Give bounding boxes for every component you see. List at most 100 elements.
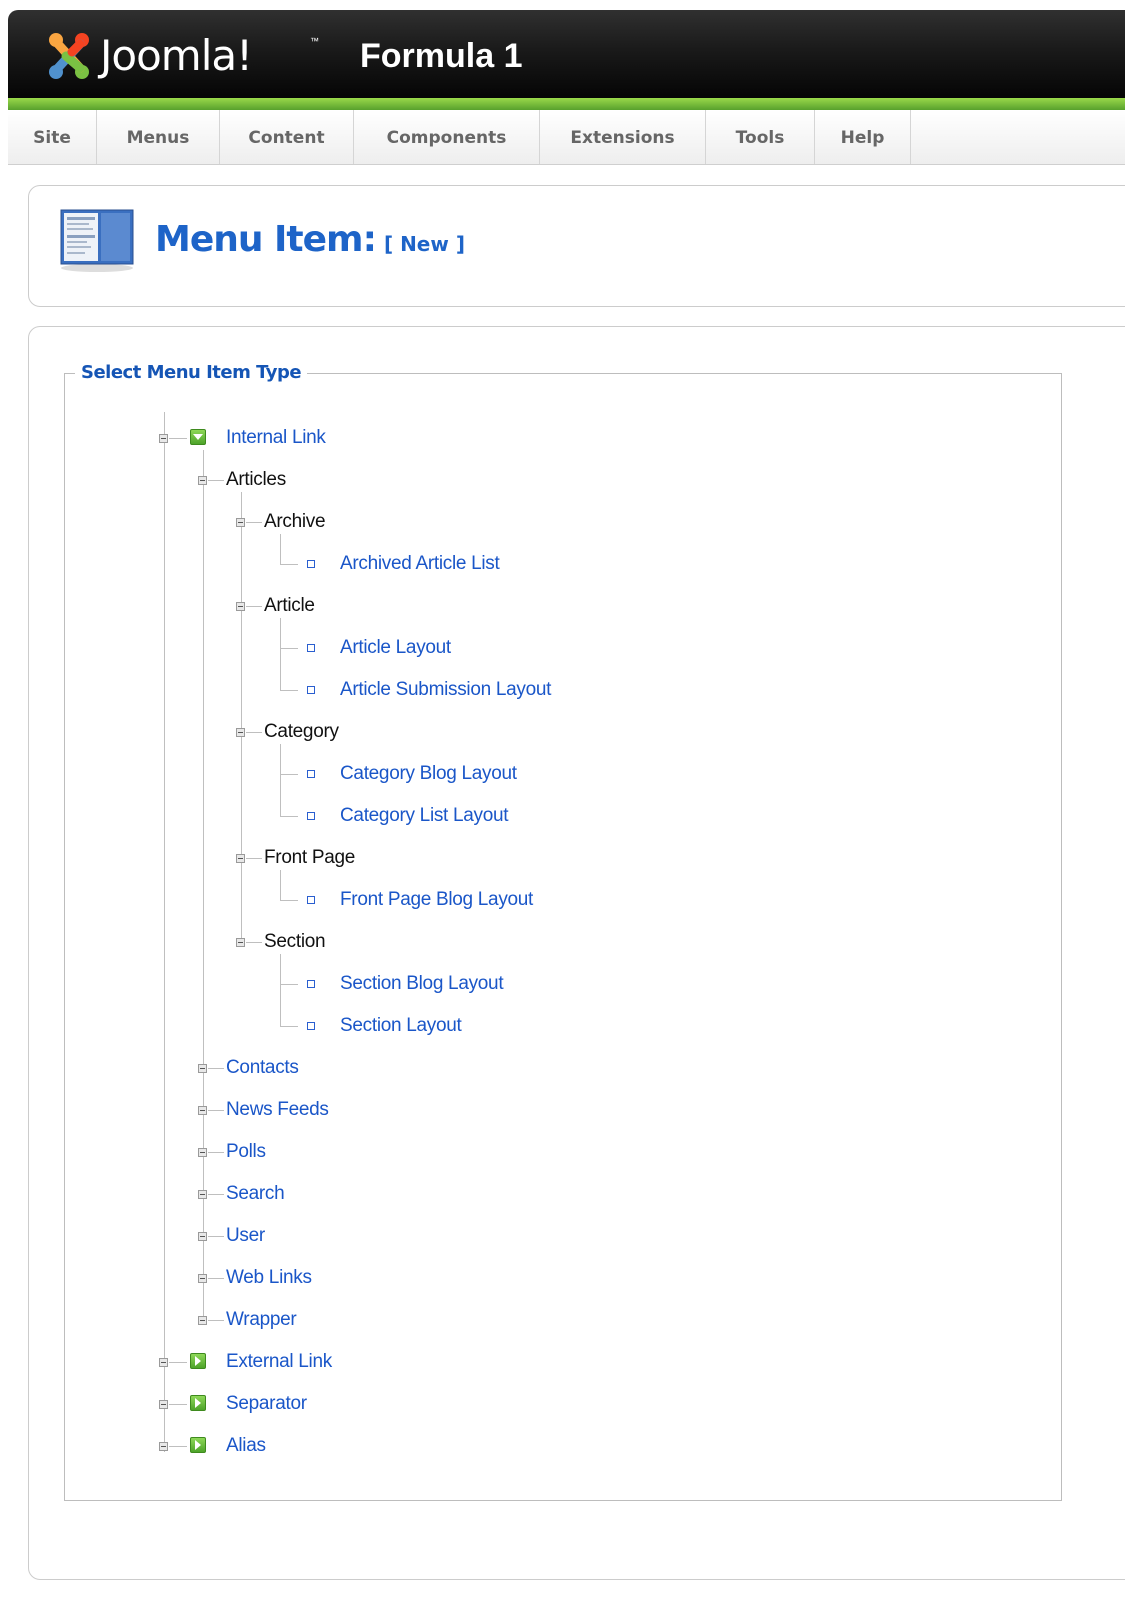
tree-node-external-link[interactable]: External Link	[226, 1351, 332, 1373]
leaf-bullet-icon	[307, 980, 315, 988]
tree-branch	[280, 774, 298, 775]
leaf-bullet-icon	[307, 770, 315, 778]
tree-node-news-feeds[interactable]: News Feeds	[226, 1099, 329, 1121]
expand-down-icon	[190, 429, 206, 445]
leaf-bullet-icon	[307, 644, 315, 652]
tree-branch	[208, 480, 224, 481]
menu-components[interactable]: Components	[354, 110, 540, 164]
admin-menubar: Site Menus Content Components Extensions…	[8, 110, 1125, 165]
tree-branch	[246, 732, 262, 733]
tree-branch	[280, 648, 298, 649]
menu-item-page-icon	[60, 209, 134, 272]
expand-toggle-separator[interactable]	[159, 1400, 168, 1409]
tree-leaf-section-layout[interactable]: Section Layout	[340, 1015, 462, 1037]
collapse-toggle-article[interactable]	[236, 602, 245, 611]
menu-menus[interactable]: Menus	[97, 110, 220, 164]
expand-toggle-user[interactable]	[198, 1232, 207, 1241]
collapse-toggle-internal-link[interactable]	[159, 434, 168, 443]
collapse-toggle-category[interactable]	[236, 728, 245, 737]
tree-line-archive	[280, 534, 281, 564]
tree-line-root	[164, 412, 165, 1452]
page-title-text: Menu Item:	[155, 219, 377, 260]
menu-content[interactable]: Content	[220, 110, 354, 164]
tree-leaf-archived-article-list[interactable]: Archived Article List	[340, 553, 500, 575]
tree-node-separator[interactable]: Separator	[226, 1393, 307, 1415]
leaf-bullet-icon	[307, 686, 315, 694]
tree-branch	[169, 1404, 187, 1405]
tree-branch	[208, 1194, 224, 1195]
tree-leaf-category-list-layout[interactable]: Category List Layout	[340, 805, 509, 827]
leaf-bullet-icon	[307, 1022, 315, 1030]
tree-branch	[280, 816, 298, 817]
tree-node-wrapper[interactable]: Wrapper	[226, 1309, 297, 1331]
expand-right-icon	[190, 1437, 206, 1453]
fieldset-legend: Select Menu Item Type	[75, 360, 308, 386]
tree-leaf-article-layout[interactable]: Article Layout	[340, 637, 451, 659]
tree-line-section	[280, 954, 281, 1026]
tree-leaf-article-submission-layout[interactable]: Article Submission Layout	[340, 679, 551, 701]
main-panel: Select Menu Item Type	[28, 326, 1125, 1580]
tree-node-internal-link[interactable]: Internal Link	[226, 427, 326, 449]
menu-tools[interactable]: Tools	[706, 110, 815, 164]
tree-branch	[169, 1446, 187, 1447]
tree-node-section: Section	[264, 931, 326, 952]
collapse-toggle-articles[interactable]	[198, 476, 207, 485]
tree-branch	[280, 1026, 298, 1027]
expand-toggle-contacts[interactable]	[198, 1064, 207, 1073]
tree-line-category	[280, 744, 281, 816]
expand-toggle-news-feeds[interactable]	[198, 1106, 207, 1115]
expand-toggle-alias[interactable]	[159, 1442, 168, 1451]
joomla-logo-text: Joomla!	[100, 31, 253, 80]
tree-node-alias[interactable]: Alias	[226, 1435, 266, 1457]
tree-node-archive: Archive	[264, 511, 326, 532]
tree-leaf-section-blog-layout[interactable]: Section Blog Layout	[340, 973, 504, 995]
collapse-toggle-front-page[interactable]	[236, 854, 245, 863]
menu-extensions[interactable]: Extensions	[540, 110, 706, 164]
expand-toggle-search[interactable]	[198, 1190, 207, 1199]
expand-toggle-polls[interactable]	[198, 1148, 207, 1157]
logo-trademark: ™	[310, 36, 319, 46]
tree-node-article: Article	[264, 595, 315, 616]
expand-toggle-web-links[interactable]	[198, 1274, 207, 1283]
tree-leaf-category-blog-layout[interactable]: Category Blog Layout	[340, 763, 517, 785]
expand-toggle-external-link[interactable]	[159, 1358, 168, 1367]
tree-branch	[208, 1110, 224, 1111]
tree-line-frontpage	[280, 870, 281, 900]
tree-branch	[280, 564, 298, 565]
tree-leaf-front-page-blog-layout[interactable]: Front Page Blog Layout	[340, 889, 533, 911]
tree-branch	[280, 900, 298, 901]
leaf-bullet-icon	[307, 812, 315, 820]
tree-branch	[208, 1152, 224, 1153]
tree-branch	[280, 984, 298, 985]
tree-node-articles: Articles	[226, 469, 286, 490]
leaf-bullet-icon	[307, 560, 315, 568]
menu-type-fieldset: Select Menu Item Type	[64, 360, 1062, 1501]
tree-branch	[169, 438, 187, 439]
tree-branch	[169, 1362, 187, 1363]
expand-toggle-wrapper[interactable]	[198, 1316, 207, 1325]
expand-right-icon	[190, 1353, 206, 1369]
collapse-toggle-section[interactable]	[236, 938, 245, 947]
tree-node-contacts[interactable]: Contacts	[226, 1057, 299, 1079]
menu-help[interactable]: Help	[815, 110, 911, 164]
tree-branch	[246, 942, 262, 943]
tree-node-search[interactable]: Search	[226, 1183, 285, 1205]
tree-branch	[246, 858, 262, 859]
tree-node-polls[interactable]: Polls	[226, 1141, 266, 1163]
tree-node-user[interactable]: User	[226, 1225, 265, 1247]
leaf-bullet-icon	[307, 896, 315, 904]
site-name: Formula 1	[360, 37, 523, 75]
header-accent-bar	[8, 98, 1125, 110]
tree-branch	[208, 1320, 224, 1321]
tree-line-articles	[241, 492, 242, 946]
joomla-logo-icon	[49, 33, 89, 79]
title-panel: Menu Item:[ New ]	[28, 185, 1125, 307]
collapse-toggle-archive[interactable]	[236, 518, 245, 527]
page-subtitle: [ New ]	[383, 232, 465, 256]
tree-node-web-links[interactable]: Web Links	[226, 1267, 312, 1289]
menu-site[interactable]: Site	[8, 110, 97, 164]
page-title: Menu Item:[ New ]	[155, 212, 465, 272]
app-header: Joomla! ™ Formula 1	[8, 10, 1125, 98]
tree-branch	[246, 522, 262, 523]
expand-right-icon	[190, 1395, 206, 1411]
